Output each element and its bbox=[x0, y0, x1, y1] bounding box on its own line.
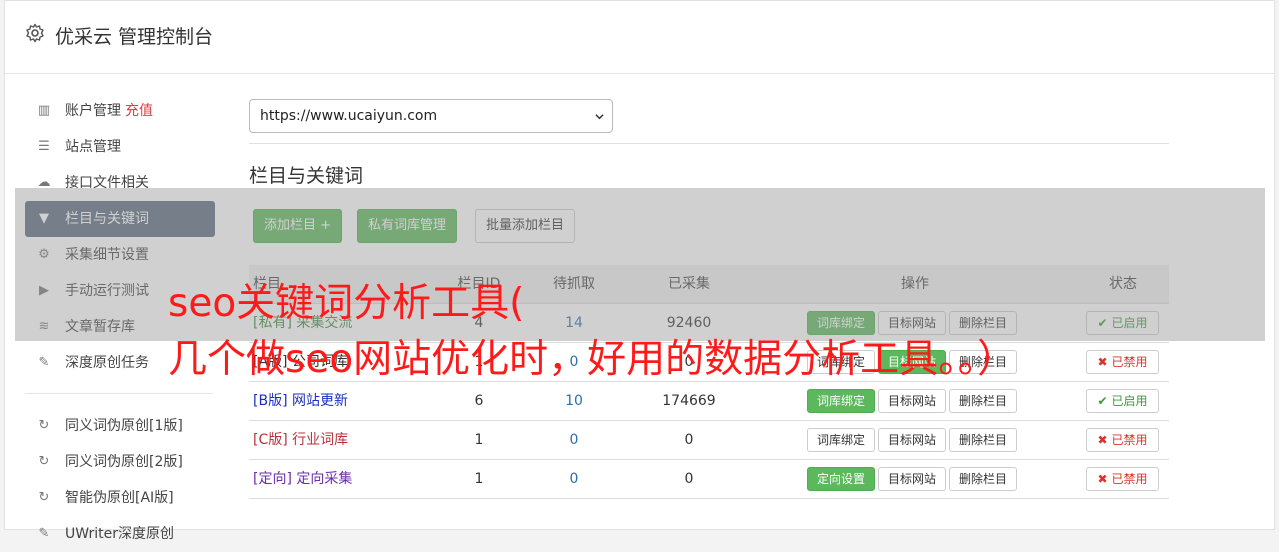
table-row: [C版] 行业词库 1 0 0 词库绑定 目标网站 删除栏目 ✖ 已禁用 bbox=[249, 421, 1169, 460]
sidebar-item-label: 同义词伪原创[2版] bbox=[65, 454, 183, 470]
done-count: 0 bbox=[684, 432, 694, 448]
table-row: [定向] 定向采集 1 0 0 定向设置 目标网站 删除栏目 ✖ 已禁用 bbox=[249, 460, 1169, 499]
status-label: 已禁用 bbox=[1111, 355, 1148, 369]
status-toggle[interactable]: ✖ 已禁用 bbox=[1086, 350, 1159, 374]
sidebar-item-label: 同义词伪原创[1版] bbox=[65, 418, 183, 434]
overlay-caption-line1: seo关键词分析工具( bbox=[168, 281, 525, 326]
overlay-caption-line2: 几个做seo网站优化时，好用的数据分析工具。。） bbox=[168, 337, 1017, 382]
gear-icon bbox=[26, 23, 44, 43]
bind-lib-button[interactable]: 词库绑定 bbox=[807, 428, 876, 452]
bind-lib-button[interactable]: 词库绑定 bbox=[807, 389, 876, 413]
target-site-button[interactable]: 目标网站 bbox=[878, 428, 947, 452]
status-label: 已禁用 bbox=[1111, 472, 1148, 486]
pending-count[interactable]: 0 bbox=[539, 421, 609, 459]
row-status: ✔ 已启用 bbox=[1086, 382, 1159, 420]
delete-column-button[interactable]: 删除栏目 bbox=[949, 467, 1018, 491]
row-status: ✖ 已禁用 bbox=[1086, 460, 1159, 498]
sidebar-item-synonym-v2[interactable]: ↻ 同义词伪原创[2版] bbox=[25, 444, 215, 480]
status-toggle[interactable]: ✔ 已启用 bbox=[1086, 389, 1159, 413]
console-title: 优采云 管理控制台 bbox=[55, 26, 214, 48]
sidebar-item-label: 智能伪原创[AI版] bbox=[65, 490, 174, 506]
row-status: ✖ 已禁用 bbox=[1086, 343, 1159, 381]
delete-column-button[interactable]: 删除栏目 bbox=[949, 428, 1018, 452]
status-toggle[interactable]: ✖ 已禁用 bbox=[1086, 467, 1159, 491]
column-id: 1 bbox=[474, 471, 484, 487]
close-icon: ✖ bbox=[1097, 472, 1108, 486]
top-header: 优采云 管理控制台 bbox=[5, 1, 1274, 74]
close-icon: ✖ bbox=[1097, 433, 1108, 447]
section-title: 栏目与关键词 bbox=[249, 165, 364, 187]
divider bbox=[249, 143, 1169, 144]
done-count: 0 bbox=[684, 471, 694, 487]
sidebar-item-synonym-v1[interactable]: ↻ 同义词伪原创[1版] bbox=[25, 408, 215, 444]
pending-count[interactable]: 10 bbox=[539, 382, 609, 420]
status-label: 已禁用 bbox=[1111, 433, 1148, 447]
refresh-icon: ↻ bbox=[38, 490, 50, 505]
row-actions: 定向设置 目标网站 删除栏目 bbox=[807, 460, 1020, 498]
row-actions: 词库绑定 目标网站 删除栏目 bbox=[807, 421, 1020, 459]
sidebar-item-sites[interactable]: ☰ 站点管理 bbox=[25, 129, 215, 165]
directed-settings-button[interactable]: 定向设置 bbox=[807, 467, 876, 491]
chevron-down-icon bbox=[595, 114, 604, 120]
column-name-link[interactable]: [定向] 定向采集 bbox=[253, 460, 352, 498]
column-name-link[interactable]: [C版] 行业词库 bbox=[253, 421, 348, 459]
site-select[interactable]: https://www.ucaiyun.com bbox=[249, 99, 613, 133]
row-status: ✖ 已禁用 bbox=[1086, 421, 1159, 459]
edit-icon: ✎ bbox=[38, 526, 50, 541]
column-name-link[interactable]: [B版] 网站更新 bbox=[253, 382, 348, 420]
sidebar-item-label: 站点管理 bbox=[65, 139, 121, 155]
sidebar-item-label: 账户管理 bbox=[65, 103, 121, 119]
refresh-icon: ↻ bbox=[38, 418, 50, 433]
sidebar-item-ai-rewrite[interactable]: ↻ 智能伪原创[AI版] bbox=[25, 480, 215, 516]
refresh-icon: ↻ bbox=[38, 454, 50, 469]
bar-chart-icon: ▥ bbox=[37, 103, 51, 118]
sidebar-item-label: UWriter深度原创 bbox=[65, 526, 174, 542]
check-icon: ✔ bbox=[1097, 394, 1108, 408]
sidebar-item-account[interactable]: ▥ 账户管理 充值 bbox=[25, 93, 215, 129]
server-icon: ☰ bbox=[38, 139, 50, 154]
target-site-button[interactable]: 目标网站 bbox=[878, 467, 947, 491]
status-toggle[interactable]: ✖ 已禁用 bbox=[1086, 428, 1159, 452]
done-count: 174669 bbox=[662, 393, 716, 409]
edit-icon: ✎ bbox=[38, 355, 50, 370]
row-actions: 词库绑定 目标网站 删除栏目 bbox=[807, 382, 1020, 420]
sidebar-item-uwriter[interactable]: ✎ UWriter深度原创 bbox=[25, 516, 215, 552]
sidebar-item-label: 深度原创任务 bbox=[65, 355, 149, 371]
close-icon: ✖ bbox=[1097, 355, 1108, 369]
pending-count[interactable]: 0 bbox=[539, 460, 609, 498]
site-select-value: https://www.ucaiyun.com bbox=[260, 108, 438, 124]
recharge-link[interactable]: 充值 bbox=[125, 103, 153, 119]
column-id: 6 bbox=[474, 393, 484, 409]
column-id: 1 bbox=[474, 432, 484, 448]
delete-column-button[interactable]: 删除栏目 bbox=[949, 389, 1018, 413]
table-row: [B版] 网站更新 6 10 174669 词库绑定 目标网站 删除栏目 ✔ 已启用 bbox=[249, 382, 1169, 421]
target-site-button[interactable]: 目标网站 bbox=[878, 389, 947, 413]
status-label: 已启用 bbox=[1111, 394, 1148, 408]
sidebar-divider bbox=[25, 393, 213, 394]
